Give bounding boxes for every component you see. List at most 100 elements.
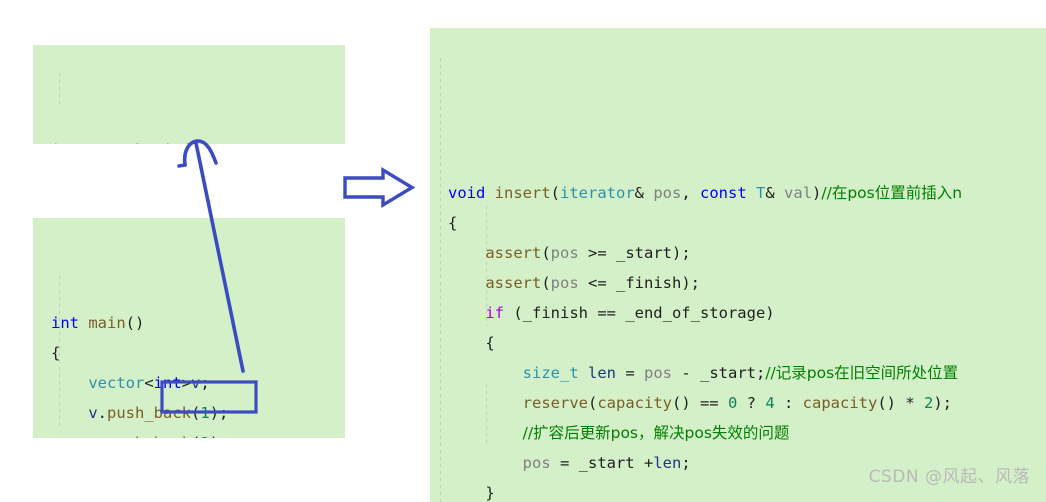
- code-token: .: [97, 404, 108, 422]
- code-line: v.push_back(2);: [33, 428, 345, 438]
- code-token: assert: [485, 244, 542, 262]
- code-token: iterator: [560, 184, 635, 202]
- code-token: );: [209, 404, 229, 422]
- code-token: - _start;: [672, 364, 766, 382]
- code-token: &: [634, 184, 654, 202]
- code-line: vector<int>v;: [33, 368, 345, 398]
- code-token: capacity: [597, 394, 672, 412]
- code-token: size_t: [522, 364, 579, 382]
- code-token: pos: [550, 274, 579, 292]
- code-line: iterator begin(): [33, 135, 345, 144]
- code-token: (: [587, 394, 598, 412]
- code-token: (): [182, 141, 201, 144]
- code-line: reserve(capacity() == 0 ? 4 : capacity()…: [430, 388, 1046, 418]
- code-token: insert: [494, 184, 551, 202]
- code-token: int: [51, 314, 79, 332]
- code-token: &: [765, 184, 785, 202]
- code-token: >= _start);: [578, 244, 691, 262]
- code-token: (: [541, 274, 551, 292]
- code-lines-begin: iterator begin(){ return _start;}: [33, 135, 345, 144]
- code-token: const: [700, 184, 747, 202]
- code-token: iterator: [51, 141, 135, 144]
- code-block-main: int main(){ vector<int>v; v.push_back(1)…: [33, 218, 345, 438]
- code-token: (: [541, 244, 551, 262]
- code-line: if (_finish == _end_of_storage): [430, 298, 1046, 328]
- code-token: T: [756, 184, 766, 202]
- indent-guide: [59, 73, 60, 105]
- code-token: v: [88, 434, 97, 438]
- code-token: if: [485, 304, 504, 322]
- code-block-iterator-begin: iterator begin(){ return _start;}: [33, 45, 345, 144]
- code-line: int main(): [33, 308, 345, 338]
- code-token: 4: [765, 394, 775, 412]
- code-token: capacity: [802, 394, 878, 412]
- code-token: );: [210, 434, 229, 438]
- code-token: //在pos位置前插入n: [821, 184, 963, 202]
- code-token: push_back: [107, 404, 192, 422]
- code-token: v: [88, 404, 98, 422]
- code-token: vector: [88, 374, 145, 392]
- code-token: (: [550, 184, 561, 202]
- code-token: .: [98, 434, 107, 438]
- code-token: len: [588, 364, 616, 382]
- code-token: ,: [681, 184, 701, 202]
- code-token: pos: [522, 454, 551, 472]
- code-line: void insert(iterator& pos, const T& val)…: [430, 178, 1046, 208]
- code-token: main: [88, 314, 126, 332]
- code-token: =: [616, 364, 644, 382]
- code-token: val: [784, 184, 813, 202]
- code-token: <: [144, 374, 154, 392]
- code-line: assert(pos >= _start);: [430, 238, 1046, 268]
- code-token: = _start +: [550, 454, 654, 472]
- code-line: {: [430, 328, 1046, 358]
- code-lines-main: int main(){ vector<int>v; v.push_back(1)…: [33, 308, 345, 438]
- code-token: 1: [200, 404, 210, 422]
- flow-arrow-icon: [343, 166, 416, 209]
- code-token: (_finish == _end_of_storage): [504, 304, 775, 322]
- code-token: (): [125, 314, 145, 332]
- csdn-watermark: CSDN @风起、风落: [868, 467, 1030, 487]
- code-line: assert(pos <= _finish);: [430, 268, 1046, 298]
- code-token: pos: [653, 184, 682, 202]
- code-token: push_back: [107, 434, 191, 438]
- code-token: ;: [681, 454, 691, 472]
- code-token: (: [191, 434, 200, 438]
- code-token: );: [933, 394, 953, 412]
- code-token: () ==: [671, 394, 728, 412]
- code-token: pos: [550, 244, 579, 262]
- code-token: >: [181, 374, 192, 392]
- code-token: 2: [924, 394, 934, 412]
- code-line: //扩容后更新pos，解决pos失效的问题: [430, 418, 1046, 448]
- code-token: () *: [877, 394, 924, 412]
- code-token: 0: [727, 394, 738, 412]
- code-token: {: [448, 334, 495, 352]
- code-token: :: [774, 394, 803, 412]
- code-line: {: [430, 208, 1046, 238]
- code-token: 2: [200, 434, 209, 438]
- code-token: <= _finish);: [578, 274, 700, 292]
- code-token: {: [448, 214, 458, 232]
- code-token: ;: [200, 374, 210, 392]
- code-token: assert: [485, 274, 542, 292]
- code-token: pos: [644, 364, 672, 382]
- code-lines-insert: void insert(iterator& pos, const T& val)…: [430, 178, 1046, 502]
- code-token: begin: [135, 141, 182, 144]
- code-token: len: [653, 454, 682, 472]
- code-token: (: [191, 404, 201, 422]
- code-line: {: [33, 338, 345, 368]
- code-token: v: [191, 374, 201, 392]
- code-token: void: [448, 184, 486, 202]
- code-token: int: [153, 374, 182, 392]
- code-token: //扩容后更新pos，解决pos失效的问题: [522, 424, 790, 442]
